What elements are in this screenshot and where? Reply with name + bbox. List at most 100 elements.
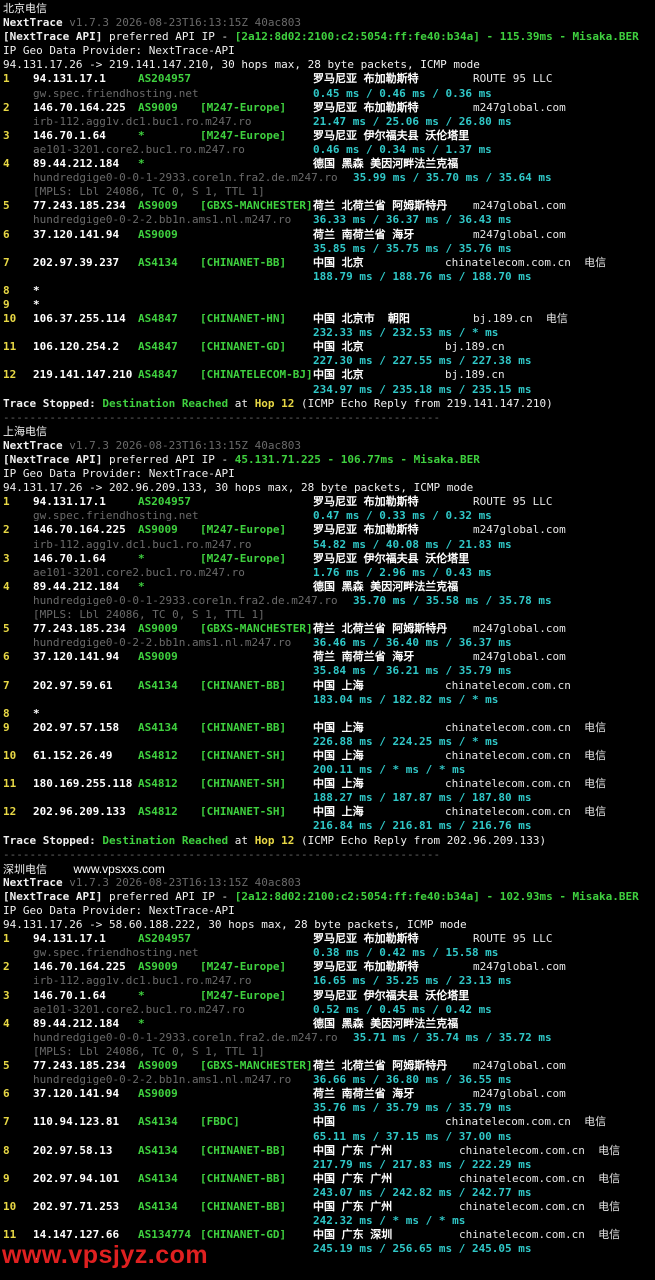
- hop-network-tag: [GBXS-MANCHESTER]: [200, 622, 313, 636]
- hop-asn: AS4134: [138, 255, 178, 269]
- hop-rtt: 0.52 ms / 0.45 ms / 0.42 ms: [313, 1002, 492, 1016]
- hop-geo-location: 德国 黑森 美因河畔法兰克福: [313, 157, 459, 171]
- hop-number: 6: [3, 227, 10, 241]
- hop-ip: 94.131.17.1: [33, 72, 106, 86]
- hop-domain: ROUTE 95 LLC: [473, 932, 553, 946]
- hop-geo-location: 罗马尼亚 布加勒斯特: [313, 960, 419, 974]
- hop-hostname: ae101-3201.core2.buc1.ro.m247.ro: [33, 142, 245, 156]
- hop-ip: 202.96.209.133: [33, 805, 126, 819]
- trace-stopped-label: Trace Stopped:: [3, 833, 103, 847]
- hop-row: 9 202.97.57.158 AS4134 [CHINANET-BB] 中国 上海 ch…: [3, 721, 655, 735]
- hop-geo-location: 罗马尼亚 伊尔福夫县 沃伦塔里: [313, 988, 470, 1002]
- hop-hostname: hundredgige0-0-0-1-2933.core1n.fra2.de.m…: [33, 593, 338, 607]
- api-mid: preferred API IP -: [102, 30, 235, 44]
- hop-detail-row: 242.32 ms / * ms / * ms: [3, 1214, 655, 1228]
- hop-rtt: 35.99 ms / 35.70 ms / 35.64 ms: [353, 171, 552, 185]
- separator: ----------------------------------------…: [3, 847, 441, 861]
- hop-row: 10 61.152.26.49 AS4812 [CHINANET-SH] 中国 上海 ch…: [3, 749, 655, 763]
- hop-detail-row: 183.04 ms / 182.82 ms / * ms: [3, 693, 655, 707]
- hop-number: 9: [3, 720, 10, 734]
- hop-number: 3: [3, 988, 10, 1002]
- hop-network-tag: [CHINANET-BB]: [200, 1143, 287, 1157]
- hop-ip: 94.131.17.1: [33, 495, 106, 509]
- hop-network-tag: [CHINANET-BB]: [200, 1199, 287, 1213]
- hop-geo-location: 中国: [313, 1115, 335, 1129]
- hop-row: 4 89.44.212.184 * 德国 黑森 美因河畔法兰克福: [3, 580, 655, 594]
- hop-geo-location: 荷兰 北荷兰省 阿姆斯特丹: [313, 199, 448, 213]
- hop-network-tag: [CHINANET-BB]: [200, 255, 287, 269]
- hop-asn: *: [138, 1016, 145, 1030]
- hop-row: 12 219.141.147.210 AS4847 [CHINATELECOM-BJ]…: [3, 368, 655, 382]
- hop-ip: 37.120.141.94: [33, 650, 120, 664]
- hop-rtt: 227.30 ms / 227.55 ms / 227.38 ms: [313, 354, 532, 368]
- hop-ip: 202.97.59.61: [33, 678, 113, 692]
- nexttrace-name: NextTrace: [3, 438, 63, 452]
- hop-number: 4: [3, 579, 10, 593]
- hop-detail-row: hundredgige0-0-2-2.bb1n.ams1.nl.m247.ro 3…: [3, 636, 655, 650]
- hop-hostname: gw.spec.friendhosting.net: [33, 509, 199, 523]
- stop-hop: Hop 12: [254, 396, 295, 410]
- hop-row: 7 110.94.123.81 AS4134 [FBDC] 中国 chinatelecom…: [3, 1115, 655, 1129]
- terminal-output[interactable]: 北京电信 NextTrace v1.7.3 2026-08-23T16:13:15…: [3, 2, 655, 1270]
- section-title-text: 上海电信: [3, 424, 47, 438]
- destination-reached: Destination Reached: [102, 833, 229, 847]
- hop-row: 8 202.97.58.13 AS4134 [CHINANET-BB] 中国 广东 广州…: [3, 1144, 655, 1158]
- hop-hostname: gw.spec.friendhosting.net: [33, 946, 199, 960]
- hop-rtt: 65.11 ms / 37.15 ms / 37.00 ms: [313, 1129, 512, 1143]
- hop-network-tag: [M247-Europe]: [200, 988, 287, 1002]
- hop-number: 6: [3, 1087, 10, 1101]
- geo-provider: IP Geo Data Provider: NextTrace-API: [3, 904, 235, 917]
- hop-domain: chinatelecom.com.cn 电信: [459, 1199, 621, 1213]
- hop-number: 1: [3, 495, 10, 509]
- hop-row: 12 202.96.209.133 AS4812 [CHINANET-SH] 中国 上海…: [3, 805, 655, 819]
- hop-domain: chinatelecom.com.cn 电信: [445, 255, 607, 269]
- hop-asn: AS204957: [138, 495, 191, 509]
- separator: ----------------------------------------…: [3, 410, 441, 424]
- hop-detail-row: irb-112.agg1v.dc1.buc1.ro.m247.ro 54.82 m…: [3, 538, 655, 552]
- separator-line: ----------------------------------------…: [3, 411, 655, 425]
- hop-rtt: 35.76 ms / 35.79 ms / 35.79 ms: [313, 1101, 512, 1115]
- hop-asn: *: [138, 128, 145, 142]
- hop-detail-row: 188.27 ms / 187.87 ms / 187.80 ms: [3, 791, 655, 805]
- hop-number: 4: [3, 157, 10, 171]
- hop-number: 2: [3, 100, 10, 114]
- hop-number: 2: [3, 960, 10, 974]
- hop-domain: chinatelecom.com.cn 电信: [445, 720, 607, 734]
- hop-asn: AS4134: [138, 1143, 178, 1157]
- hop-row: 1 94.131.17.1 AS204957 罗马尼亚 布加勒斯特 ROUTE 95 L…: [3, 72, 655, 86]
- hop-ip: 77.243.185.234: [33, 622, 126, 636]
- hop-asn: AS4134: [138, 1171, 178, 1185]
- hop-detail-row: 65.11 ms / 37.15 ms / 37.00 ms: [3, 1130, 655, 1144]
- hop-ip: 106.120.254.2: [33, 340, 120, 354]
- hop-ip: 37.120.141.94: [33, 227, 120, 241]
- hop-row: 6 37.120.141.94 AS9009 荷兰 南荷兰省 海牙 m247global…: [3, 1087, 655, 1101]
- hop-geo-location: 荷兰 南荷兰省 海牙: [313, 650, 415, 664]
- hop-domain: bj.189.cn 电信: [473, 312, 568, 326]
- hop-detail-row: hundredgige0-0-2-2.bb1n.ams1.nl.m247.ro 3…: [3, 1073, 655, 1087]
- hop-detail-row: ae101-3201.core2.buc1.ro.m247.ro 0.52 ms …: [3, 1003, 655, 1017]
- hop-number: 7: [3, 255, 10, 269]
- hop-ip: 106.37.255.114: [33, 312, 126, 326]
- hop-detail-row: 234.97 ms / 235.18 ms / 235.15 ms: [3, 383, 655, 397]
- hop-number: 3: [3, 551, 10, 565]
- hop-network-tag: [CHINANET-GD]: [200, 1228, 287, 1242]
- hop-rtt: 242.32 ms / * ms / * ms: [313, 1214, 466, 1228]
- hop-detail-row: gw.spec.friendhosting.net 0.38 ms / 0.42 …: [3, 946, 655, 960]
- hop-geo-location: 荷兰 北荷兰省 阿姆斯特丹: [313, 1059, 448, 1073]
- hop-ip: 146.70.1.64: [33, 128, 106, 142]
- hop-asn: AS9009: [138, 1087, 178, 1101]
- hop-domain: m247global.com: [473, 227, 566, 241]
- hop-detail-row: hundredgige0-0-2-2.bb1n.ams1.nl.m247.ro 3…: [3, 213, 655, 227]
- hop-detail-row: 188.79 ms / 188.76 ms / 188.70 ms: [3, 270, 655, 284]
- api-mid: preferred API IP -: [102, 889, 235, 903]
- hop-row: 3 146.70.1.64 * [M247-Europe] 罗马尼亚 伊尔福夫县 沃伦塔…: [3, 989, 655, 1003]
- hop-number: 7: [3, 1115, 10, 1129]
- hop-asn: *: [138, 157, 145, 171]
- hop-detail-row: 35.85 ms / 35.75 ms / 35.76 ms: [3, 242, 655, 256]
- hop-geo-location: 中国 上海: [313, 748, 364, 762]
- hop-number: 12: [3, 368, 17, 382]
- hop-detail-row: 227.30 ms / 227.55 ms / 227.38 ms: [3, 354, 655, 368]
- hop-ip: *: [33, 283, 40, 297]
- route-summary: 94.131.17.26 -> 202.96.209.133, 30 hops …: [3, 481, 474, 495]
- hop-detail-row: 35.76 ms / 35.79 ms / 35.79 ms: [3, 1101, 655, 1115]
